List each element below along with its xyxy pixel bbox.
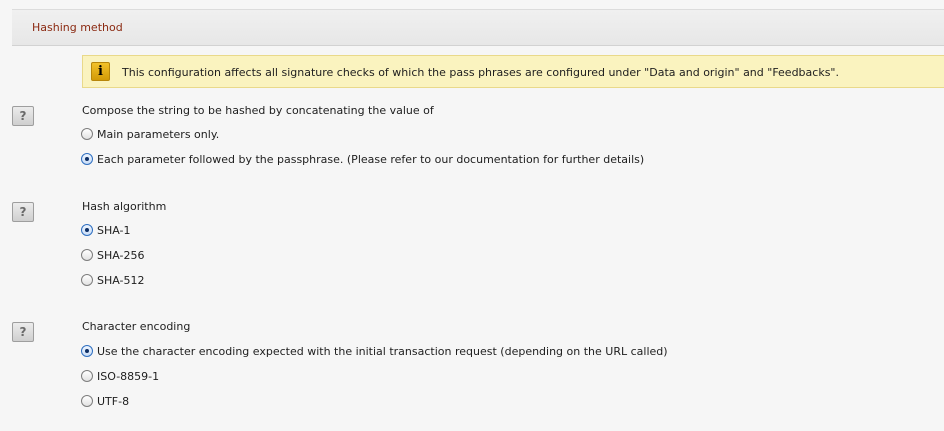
section-header: Hashing method	[12, 9, 944, 46]
option-initial-request-encoding[interactable]: Use the character encoding expected with…	[81, 343, 668, 359]
help-button-character-encoding[interactable]: ?	[12, 322, 34, 342]
radio-each-parameter[interactable]	[81, 153, 93, 165]
question-mark-icon: ?	[19, 325, 27, 339]
section-title: Hashing method	[32, 21, 123, 34]
radio-sha-256[interactable]	[81, 249, 93, 261]
option-sha-1[interactable]: SHA-1	[81, 222, 131, 238]
radio-utf-8[interactable]	[81, 395, 93, 407]
option-label: Main parameters only.	[97, 127, 220, 141]
radio-iso-8859-1[interactable]	[81, 370, 93, 382]
option-label: Each parameter followed by the passphras…	[97, 152, 645, 166]
help-button-compose[interactable]: ?	[12, 106, 34, 126]
radio-sha-1[interactable]	[81, 224, 93, 236]
option-label: SHA-512	[97, 273, 145, 287]
option-label: ISO-8859-1	[97, 369, 160, 383]
option-label: Use the character encoding expected with…	[97, 344, 668, 358]
option-sha-512[interactable]: SHA-512	[81, 272, 145, 288]
info-icon: i	[91, 62, 110, 81]
option-sha-256[interactable]: SHA-256	[81, 247, 145, 263]
compose-label: Compose the string to be hashed by conca…	[82, 104, 434, 117]
radio-sha-512[interactable]	[81, 274, 93, 286]
option-label: SHA-1	[97, 223, 131, 237]
help-button-hash-algorithm[interactable]: ?	[12, 202, 34, 222]
option-utf-8[interactable]: UTF-8	[81, 393, 129, 409]
option-main-parameters[interactable]: Main parameters only.	[81, 126, 219, 142]
option-each-parameter[interactable]: Each parameter followed by the passphras…	[81, 151, 644, 167]
option-iso-8859-1[interactable]: ISO-8859-1	[81, 368, 159, 384]
option-label: UTF-8	[97, 394, 130, 408]
question-mark-icon: ?	[19, 109, 27, 123]
character-encoding-label: Character encoding	[82, 320, 191, 333]
radio-initial-request-encoding[interactable]	[81, 345, 93, 357]
question-mark-icon: ?	[19, 205, 27, 219]
option-label: SHA-256	[97, 248, 145, 262]
info-text: This configuration affects all signature…	[122, 66, 839, 79]
hash-algorithm-label: Hash algorithm	[82, 200, 167, 213]
radio-main-parameters[interactable]	[81, 128, 93, 140]
info-message: i This configuration affects all signatu…	[82, 55, 944, 88]
